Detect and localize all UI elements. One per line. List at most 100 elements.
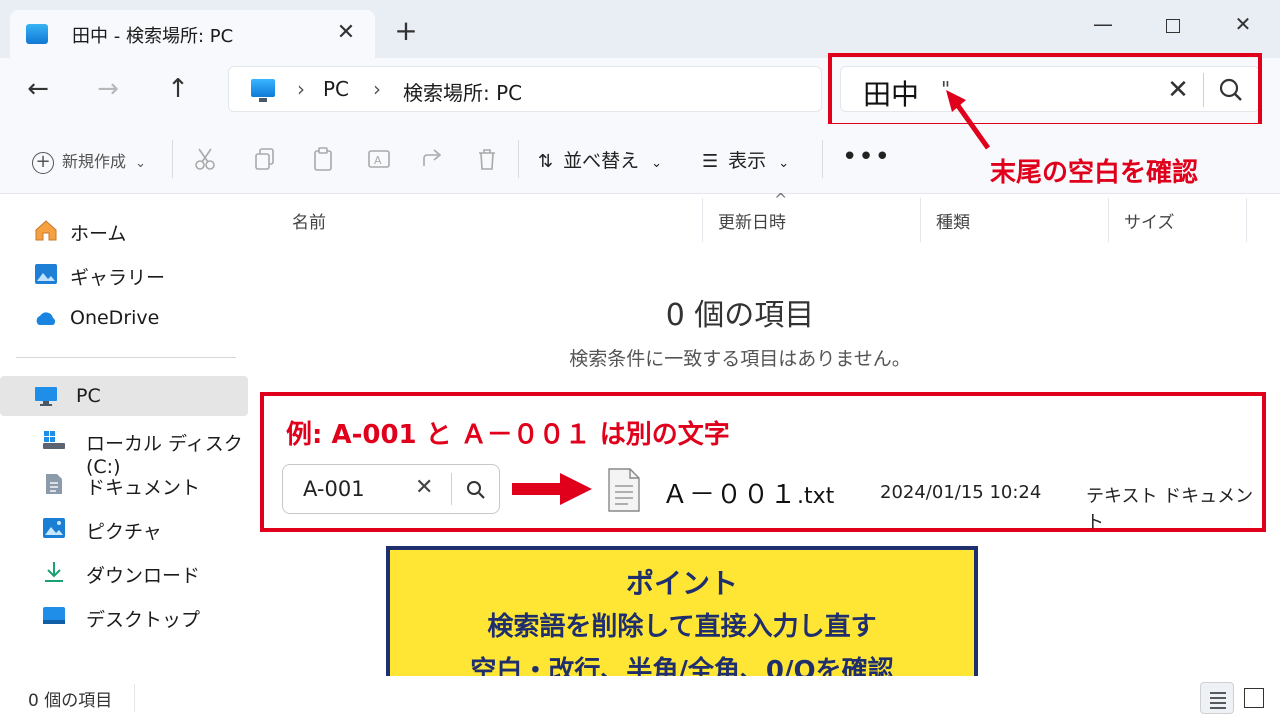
- new-label: 新規作成: [62, 152, 127, 171]
- file-name-stem: Ａ－００１: [662, 480, 798, 510]
- title-bar: 田中 - 検索場所: PC ✕ + — ✕: [0, 0, 1280, 58]
- maximize-button[interactable]: [1148, 6, 1198, 42]
- example-callout: 例: A-001 と Ａ－００１ は別の文字 A-001 ✕ Ａ－００１.txt…: [260, 392, 1266, 533]
- back-button[interactable]: ←: [18, 70, 58, 110]
- status-bar: 0 個の項目: [0, 676, 1280, 720]
- new-button[interactable]: + 新規作成 ⌄: [32, 148, 146, 174]
- sidebar-item-onedrive[interactable]: OneDrive: [0, 298, 248, 338]
- share-icon[interactable]: [420, 146, 446, 172]
- tab-title: 田中 - 検索場所: PC: [72, 26, 234, 47]
- column-divider[interactable]: [1246, 198, 1247, 242]
- sidebar-item-label: PC: [76, 385, 101, 407]
- drive-icon: [43, 431, 65, 449]
- toolbar-divider: [172, 140, 173, 178]
- callout-arrow: [946, 90, 991, 150]
- column-name[interactable]: 名前: [292, 208, 326, 233]
- item-count: 0 個の項目: [28, 691, 113, 711]
- column-size[interactable]: サイズ: [1124, 208, 1175, 233]
- close-icon: ✕: [415, 475, 434, 500]
- example-file-date: 2024/01/15 10:24: [880, 482, 1042, 503]
- sidebar-item-local-disk[interactable]: ローカル ディスク (C:): [0, 420, 248, 478]
- new-tab-button[interactable]: +: [388, 14, 424, 50]
- sidebar-item-downloads[interactable]: ダウンロード: [0, 552, 248, 592]
- breadcrumb-pc[interactable]: PC: [323, 77, 349, 101]
- text-file-icon: [608, 468, 640, 512]
- onedrive-icon: [36, 312, 56, 325]
- tip-title: ポイント: [625, 567, 738, 600]
- right-arrow-icon: [512, 473, 592, 505]
- sidebar-item-pictures[interactable]: ピクチャ: [0, 508, 248, 548]
- toolbar-divider: [518, 140, 519, 178]
- sidebar-item-label: ドキュメント: [86, 477, 201, 499]
- plus-icon: +: [32, 151, 54, 174]
- tiles-view-button[interactable]: [1244, 688, 1264, 708]
- forward-button[interactable]: →: [88, 70, 128, 110]
- svg-text:A: A: [374, 154, 382, 167]
- gallery-icon: [35, 264, 57, 284]
- maximize-icon: [1166, 18, 1180, 33]
- sidebar-item-home[interactable]: ホーム: [0, 210, 248, 250]
- pc-icon: [251, 79, 275, 102]
- downloads-icon: [45, 562, 63, 582]
- sidebar-item-gallery[interactable]: ギャラリー: [0, 254, 248, 294]
- column-divider[interactable]: [1108, 198, 1109, 242]
- sidebar-divider: [16, 357, 236, 358]
- up-button[interactable]: ↑: [158, 70, 198, 110]
- search-icon: [467, 481, 485, 499]
- chevron-down-icon: ⌄: [778, 156, 790, 171]
- sidebar-item-label: デスクトップ: [86, 609, 201, 631]
- rename-icon[interactable]: A: [366, 146, 392, 172]
- breadcrumb-search-location[interactable]: 検索場所: PC: [403, 77, 522, 106]
- sort-ascending-icon: ^: [774, 190, 788, 209]
- toolbar-divider: [822, 140, 823, 178]
- view-button[interactable]: ☰ 表示 ⌄: [702, 146, 789, 173]
- sidebar-item-label: ギャラリー: [70, 267, 166, 289]
- column-modified[interactable]: 更新日時: [718, 208, 786, 233]
- status-divider: [134, 684, 135, 712]
- sidebar-item-desktop[interactable]: デスクトップ: [0, 596, 248, 636]
- details-view-button[interactable]: [1200, 682, 1234, 714]
- column-divider[interactable]: [920, 198, 921, 242]
- more-options-button[interactable]: •••: [842, 142, 891, 172]
- minimize-button[interactable]: —: [1078, 6, 1128, 42]
- tip-box: ポイント 検索語を削除して直接入力し直す 空白・改行、半角/全角、0/Oを確認: [386, 546, 978, 694]
- column-divider[interactable]: [702, 198, 703, 242]
- example-title: 例: A-001 と Ａ－００１ は別の文字: [286, 420, 730, 450]
- example-file-type: テキスト ドキュメント: [1086, 486, 1254, 533]
- chevron-down-icon: ⌄: [135, 156, 147, 171]
- sidebar-item-label: ダウンロード: [86, 565, 201, 587]
- desktop-icon: [43, 607, 65, 624]
- navigation-pane: ホーム ギャラリー OneDrive PC ローカル ディスク (C:) ドキュ…: [0, 194, 250, 674]
- pc-icon: [35, 387, 57, 406]
- sort-icon: ⇅: [538, 151, 554, 172]
- chevron-down-icon: ⌄: [651, 156, 663, 171]
- sidebar-item-label: ホーム: [70, 223, 127, 245]
- sidebar-item-label: OneDrive: [70, 307, 160, 329]
- column-type[interactable]: 種類: [936, 208, 970, 233]
- tab-search-results[interactable]: 田中 - 検索場所: PC ✕: [10, 10, 375, 58]
- example-search-value: A-001: [303, 477, 365, 501]
- column-header: ^ 名前 更新日時 種類 サイズ: [250, 190, 1280, 242]
- sort-label: 並べ替え: [563, 150, 640, 172]
- breadcrumb-separator: ›: [297, 77, 305, 101]
- view-label: 表示: [728, 150, 767, 172]
- folder-icon: [26, 24, 48, 44]
- copy-icon[interactable]: [252, 146, 278, 172]
- view-icon: ☰: [702, 151, 719, 172]
- address-bar[interactable]: › PC › 検索場所: PC: [228, 66, 822, 112]
- sidebar-item-pc[interactable]: PC: [0, 376, 248, 416]
- sidebar-item-documents[interactable]: ドキュメント: [0, 464, 248, 504]
- example-file-name: Ａ－００１.txt: [662, 474, 834, 511]
- paste-icon[interactable]: [310, 146, 336, 172]
- tip-line-1: 検索語を削除して直接入力し直す: [487, 612, 877, 642]
- sidebar-item-label: ピクチャ: [86, 521, 162, 543]
- delete-icon[interactable]: [474, 146, 500, 172]
- documents-icon: [46, 474, 62, 494]
- search-divider: [451, 473, 452, 505]
- tab-close-button[interactable]: ✕: [328, 18, 364, 48]
- close-button[interactable]: ✕: [1218, 6, 1268, 42]
- cut-icon[interactable]: [192, 146, 218, 172]
- search-highlight-frame: [828, 53, 1262, 127]
- sort-button[interactable]: ⇅ 並べ替え ⌄: [538, 146, 662, 173]
- file-extension: .txt: [797, 484, 835, 509]
